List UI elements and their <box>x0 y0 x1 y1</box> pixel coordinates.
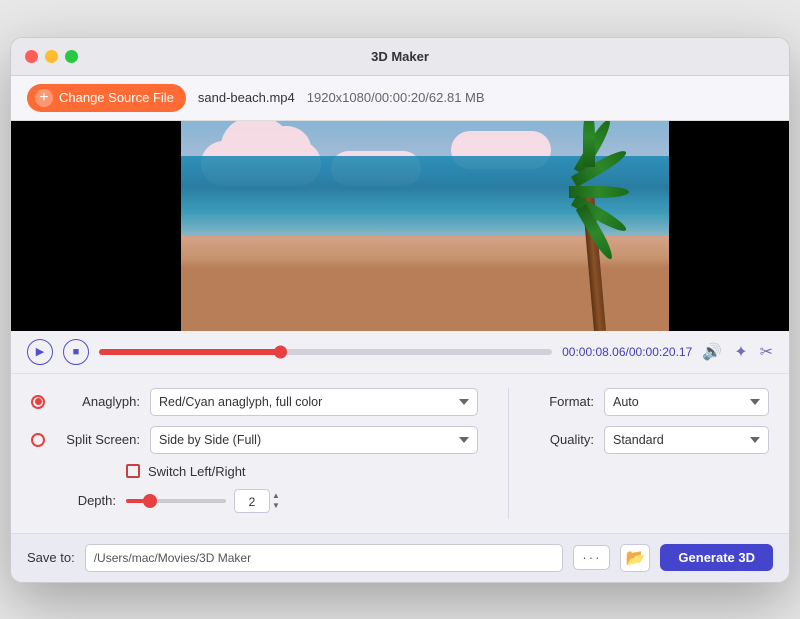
save-label: Save to: <box>27 550 75 565</box>
change-source-button[interactable]: + Change Source File <box>27 84 186 112</box>
switch-row: Switch Left/Right <box>31 464 478 479</box>
quality-select[interactable]: Standard High Low <box>604 426 769 454</box>
anaglyph-select[interactable]: Red/Cyan anaglyph, full color Red/Cyan a… <box>150 388 478 416</box>
window-title: 3D Maker <box>371 49 429 64</box>
anaglyph-label: Anaglyph: <box>55 394 140 409</box>
maximize-button[interactable] <box>65 50 78 63</box>
more-button[interactable]: ··· <box>573 545 610 570</box>
format-label: Format: <box>539 394 594 409</box>
playback-bar: ▶ ■ 00:00:08.06/00:00:20.17 🔊 ✦ ✂ <box>11 331 789 374</box>
traffic-lights <box>25 50 78 63</box>
play-icon: ▶ <box>36 345 44 358</box>
progress-fill <box>99 349 280 355</box>
depth-value: 2 <box>234 489 270 513</box>
arrow-down: ▼ <box>272 501 280 510</box>
toolbar-icons: 🔊 ✦ ✂ <box>702 342 773 362</box>
settings-divider <box>508 388 509 519</box>
save-bar: Save to: ··· 📂 Generate 3D <box>11 533 789 582</box>
video-black-right <box>669 121 789 331</box>
anaglyph-row: Anaglyph: Red/Cyan anaglyph, full color … <box>31 388 478 416</box>
source-filename: sand-beach.mp4 <box>198 90 295 105</box>
time-current: 00:00:08.06 <box>562 345 625 359</box>
time-total: 00:00:20.17 <box>629 345 692 359</box>
folder-icon: 📂 <box>625 548 645 568</box>
folder-button[interactable]: 📂 <box>620 544 650 572</box>
change-source-label: Change Source File <box>59 90 174 105</box>
switch-checkbox[interactable] <box>126 464 140 478</box>
radio-dot-inner <box>35 398 42 405</box>
stop-icon: ■ <box>73 346 80 358</box>
generate-button[interactable]: Generate 3D <box>660 544 773 571</box>
titlebar: 3D Maker <box>11 38 789 76</box>
split-screen-row: Split Screen: Side by Side (Full) Side b… <box>31 426 478 454</box>
volume-icon[interactable]: 🔊 <box>702 342 722 362</box>
depth-row: Depth: 2 ▲ ▼ <box>31 489 478 513</box>
video-black-left <box>11 121 181 331</box>
app-window: 3D Maker + Change Source File sand-beach… <box>10 37 790 583</box>
source-bar: + Change Source File sand-beach.mp4 1920… <box>11 76 789 121</box>
video-center <box>181 121 669 331</box>
split-screen-label: Split Screen: <box>55 432 140 447</box>
depth-slider[interactable] <box>126 499 226 503</box>
depth-value-box: 2 ▲ ▼ <box>234 489 280 513</box>
plus-icon: + <box>35 89 53 107</box>
settings-right: Format: Auto MP4 MKV Quality: Standard H… <box>539 388 769 519</box>
beach-scene <box>181 121 669 331</box>
depth-slider-container: 2 ▲ ▼ <box>126 489 280 513</box>
palm-leaves <box>559 156 639 216</box>
split-screen-select[interactable]: Side by Side (Full) Side by Side (Half) … <box>150 426 478 454</box>
settings-panel: Anaglyph: Red/Cyan anaglyph, full color … <box>11 374 789 533</box>
sparkle-icon[interactable]: ✦ <box>734 342 747 362</box>
settings-left: Anaglyph: Red/Cyan anaglyph, full color … <box>31 388 478 519</box>
video-preview <box>11 121 789 331</box>
format-row: Format: Auto MP4 MKV <box>539 388 769 416</box>
stop-button[interactable]: ■ <box>63 339 89 365</box>
quality-row: Quality: Standard High Low <box>539 426 769 454</box>
split-screen-radio[interactable] <box>31 433 45 447</box>
source-info: 1920x1080/00:00:20/62.81 MB <box>307 90 485 105</box>
progress-thumb <box>274 345 287 358</box>
switch-label: Switch Left/Right <box>148 464 246 479</box>
format-select[interactable]: Auto MP4 MKV <box>604 388 769 416</box>
play-button[interactable]: ▶ <box>27 339 53 365</box>
time-display: 00:00:08.06/00:00:20.17 <box>562 345 692 359</box>
progress-bar[interactable] <box>99 349 552 355</box>
depth-label: Depth: <box>31 493 116 508</box>
minimize-button[interactable] <box>45 50 58 63</box>
anaglyph-radio[interactable] <box>31 395 45 409</box>
arrow-up: ▲ <box>272 491 280 500</box>
close-button[interactable] <box>25 50 38 63</box>
palm-tree <box>559 151 639 331</box>
quality-label: Quality: <box>539 432 594 447</box>
save-path-input[interactable] <box>85 544 564 572</box>
depth-arrow[interactable]: ▲ ▼ <box>272 491 280 510</box>
leaf-6 <box>583 121 595 167</box>
scissors-icon[interactable]: ✂ <box>760 342 773 362</box>
